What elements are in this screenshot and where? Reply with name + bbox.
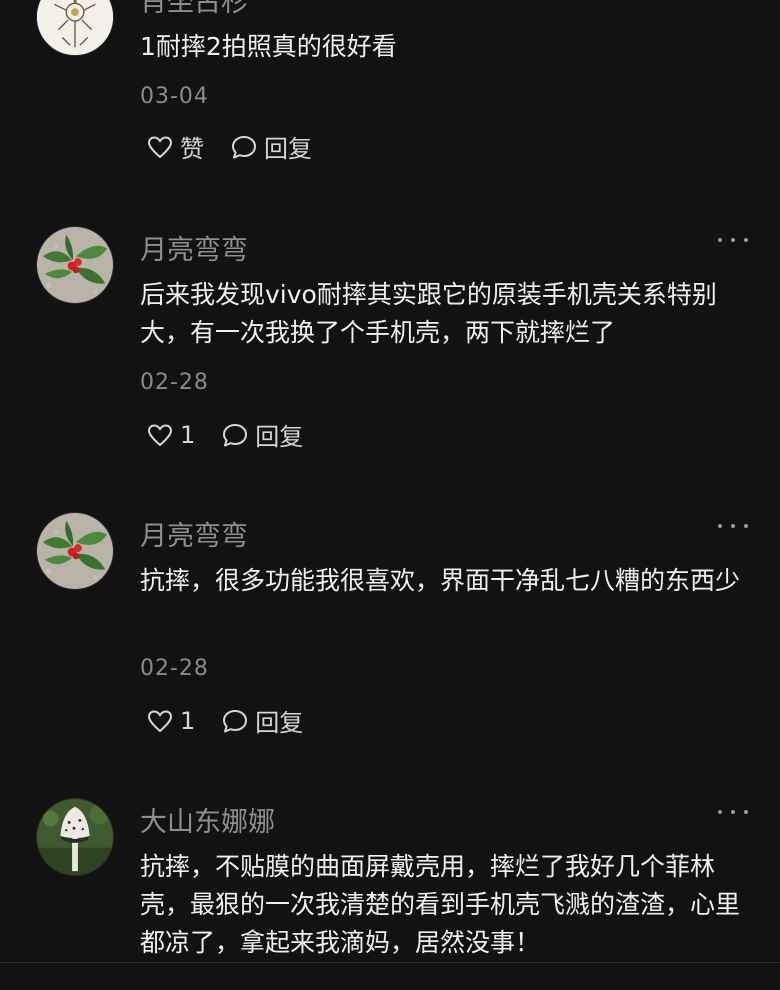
comment-feed: 肖坐古杉 1耐摔2拍照真的很好看 03-04 赞 回复 月亮弯弯 后来我发现vi…	[0, 0, 780, 990]
like-count: 1	[180, 706, 196, 735]
sketch-flower-avatar-icon	[37, 0, 113, 55]
username[interactable]: 月亮弯弯	[140, 228, 248, 267]
like-label: 赞	[180, 135, 204, 163]
like-button[interactable]: 赞	[146, 129, 204, 164]
more-options-icon[interactable]	[718, 516, 748, 536]
reply-button[interactable]: 回复	[230, 129, 312, 164]
divider	[0, 962, 780, 963]
avatar[interactable]	[36, 512, 114, 590]
comment-text: 抗摔，很多功能我很喜欢，界面干净乱七八糟的东西少	[140, 566, 741, 595]
speech-bubble-icon	[223, 423, 248, 446]
holly-berries-avatar-icon	[37, 227, 113, 303]
more-options-icon[interactable]	[718, 230, 748, 250]
comment-date: 03-04	[140, 84, 209, 109]
reply-label: 回复	[264, 135, 312, 163]
reply-button[interactable]: 回复	[221, 417, 303, 452]
comment-date: 02-28	[140, 370, 209, 395]
comment-text: 后来我发现vivo耐摔其实跟它的原装手机壳关系特别大，有一次我换了个手机壳，两下…	[140, 280, 717, 347]
speech-bubble-icon	[232, 135, 256, 158]
reply-label: 回复	[255, 709, 304, 737]
comment-actions: 1 回复	[146, 417, 329, 452]
like-count: 1	[180, 420, 196, 449]
username[interactable]: 大山东娜娜	[140, 800, 275, 839]
more-options-icon[interactable]	[718, 0, 748, 2]
more-options-icon[interactable]	[718, 802, 748, 822]
mushroom-avatar-icon	[37, 799, 113, 875]
comment-text: 抗摔，不贴膜的曲面屏戴壳用，摔烂了我好几个菲林壳，最狠的一次我清楚的看到手机壳飞…	[140, 852, 741, 957]
username[interactable]: 月亮弯弯	[140, 514, 248, 553]
heart-icon	[147, 135, 173, 158]
like-button[interactable]: 1	[146, 421, 195, 449]
avatar[interactable]	[36, 226, 114, 304]
avatar[interactable]	[36, 0, 114, 56]
heart-icon	[147, 709, 173, 732]
avatar[interactable]	[36, 798, 114, 876]
speech-bubble-icon	[223, 709, 248, 732]
reply-button[interactable]: 回复	[221, 703, 303, 738]
holly-berries-avatar-icon	[37, 513, 113, 589]
comment-text: 1耐摔2拍照真的很好看	[140, 32, 397, 61]
comment-actions: 1 回复	[146, 703, 329, 738]
username[interactable]: 肖坐古杉	[140, 0, 248, 19]
comment-date: 02-28	[140, 656, 209, 681]
heart-icon	[147, 423, 173, 446]
comment-actions: 赞 回复	[146, 129, 338, 164]
like-button[interactable]: 1	[146, 707, 195, 735]
reply-label: 回复	[255, 423, 304, 451]
